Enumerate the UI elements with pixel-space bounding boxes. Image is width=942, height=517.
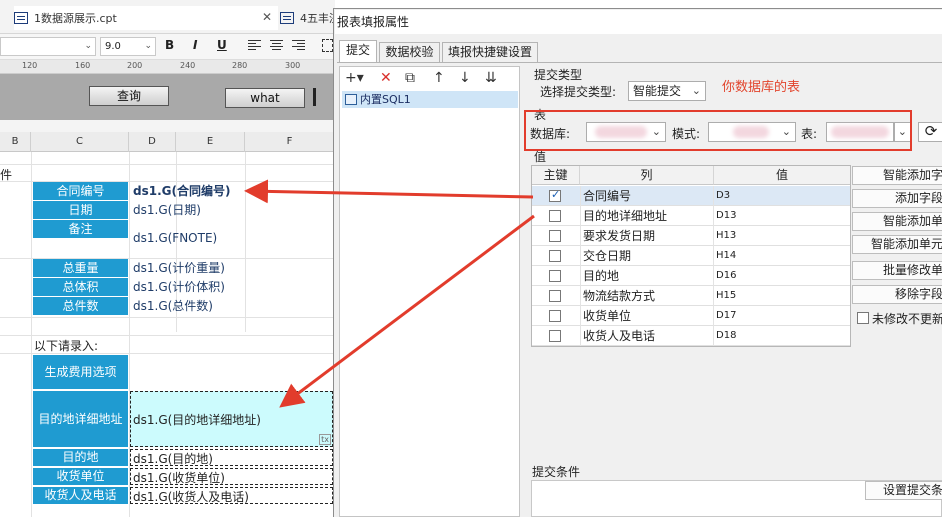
arrow-to-dest-address xyxy=(279,214,535,408)
annotation-arrows xyxy=(244,179,535,408)
arrow-to-contract-no xyxy=(244,179,534,204)
